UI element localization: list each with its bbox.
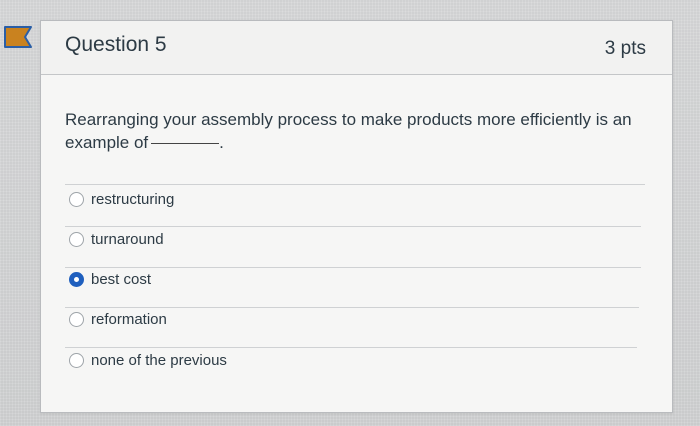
- divider: [65, 347, 637, 348]
- option-reformation[interactable]: reformation: [69, 309, 167, 329]
- option-turnaround[interactable]: turnaround: [69, 229, 164, 249]
- question-card: Question 5 3 pts Rearranging your assemb…: [40, 20, 673, 413]
- question-header: Question 5 3 pts: [41, 21, 672, 75]
- question-prompt: Rearranging your assembly process to mak…: [65, 110, 632, 152]
- question-text: Rearranging your assembly process to mak…: [65, 108, 645, 154]
- option-restructuring[interactable]: restructuring: [69, 189, 174, 209]
- option-label: reformation: [91, 310, 167, 328]
- divider: [65, 226, 641, 227]
- question-title: Question 5: [65, 33, 167, 56]
- divider: [65, 267, 641, 268]
- radio-button[interactable]: [69, 231, 84, 247]
- divider: [65, 184, 645, 185]
- option-best-cost[interactable]: best cost: [69, 269, 151, 289]
- radio-button[interactable]: [69, 191, 84, 207]
- option-label: none of the previous: [91, 351, 227, 369]
- answer-blank: [151, 143, 220, 144]
- question-points: 3 pts: [604, 38, 646, 59]
- question-period: .: [219, 133, 224, 152]
- radio-button[interactable]: [69, 352, 84, 368]
- divider: [65, 307, 639, 308]
- radio-button-selected[interactable]: [69, 271, 84, 287]
- radio-button[interactable]: [69, 311, 84, 327]
- option-label: best cost: [91, 270, 152, 288]
- option-label: restructuring: [91, 190, 175, 208]
- option-label: turnaround: [91, 230, 164, 248]
- quiz-screen: Question 5 3 pts Rearranging your assemb…: [0, 0, 700, 426]
- option-none-of-the-previous[interactable]: none of the previous: [69, 350, 227, 370]
- bookmark-flag-icon[interactable]: [4, 26, 34, 48]
